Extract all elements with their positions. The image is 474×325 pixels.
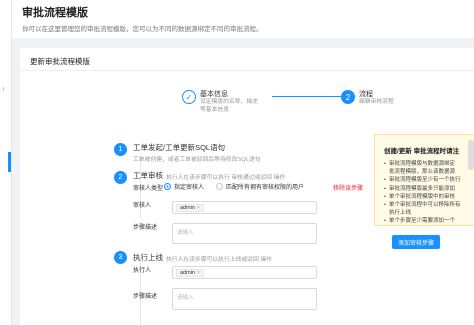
radio-label: 匹配所有拥有审核权限的用户 (226, 185, 305, 191)
radio-unchecked-icon (216, 183, 223, 190)
scrollbar[interactable] (468, 140, 474, 170)
help-item: 单个审批流程中可以移除所有 (384, 201, 474, 209)
close-icon[interactable]: × (197, 270, 200, 276)
section-number: 1 (114, 143, 127, 156)
step-connector (272, 96, 344, 97)
reviewer-label: 审核人 (133, 203, 152, 209)
help-item: 审批流程模版至少有一个执行 (384, 176, 474, 184)
step-process[interactable]: 2 流程 编辑审核流程 (341, 90, 394, 107)
divider (20, 70, 474, 71)
radio-label: 指定审核人 (174, 185, 205, 191)
section-title-review: 工单审核 (133, 171, 163, 180)
section-title-execute: 执行上线 (133, 253, 163, 262)
step-desc-textarea[interactable]: 请输入 (172, 288, 317, 310)
active-menu-indicator (8, 152, 11, 172)
step-basic-info[interactable]: ✓ 基本信息 设定模版的名称、描述 等基本信息 (182, 90, 258, 115)
remove-step-link[interactable]: 移除该步骤 (333, 183, 363, 192)
executor-tag: admin × (176, 269, 204, 277)
section-number: 2 (114, 171, 127, 184)
section-title-create: 工单发起/工单更新SQL语句 (133, 143, 226, 152)
step-desc-label: 步骤描述 (133, 225, 158, 231)
help-item: 审批流程模版与数据源绑定 (384, 160, 474, 168)
section-desc-review: 执行人在该步骤可以执行 审核通过或驳回 操作 (166, 175, 286, 181)
reviewer-type-label: 审核人类型 (133, 186, 164, 192)
radio-specified-reviewer[interactable]: 指定审核人 (164, 182, 204, 191)
executor-select[interactable]: admin × (172, 266, 317, 279)
section-desc-create: 工单被创建，或者工单被驳回后等待修改SQL语句 (133, 157, 261, 163)
card-title: 更新审批流程模版 (30, 57, 90, 66)
reviewer-select[interactable]: admin × (172, 201, 317, 214)
tag-label: admin (180, 205, 195, 211)
page-title: 审批流程模版 (22, 7, 88, 19)
section-number: 3 (114, 251, 127, 264)
step-desc-label: 步骤描述 (133, 294, 158, 300)
help-item: 单个步骤至少需要添加一个 (384, 217, 474, 225)
help-item: 审批流程模版最多只能添加 (384, 185, 474, 193)
executor-label: 执行人 (133, 268, 152, 274)
help-title: 创建/更新 审批流程时请注 (384, 148, 460, 155)
help-item: 批流程模版，那么该数据源 (389, 169, 456, 176)
tag-label: admin (180, 270, 195, 276)
page-header: 审批流程模版 你可以在这里管理您的审批流程模版，您可以为不同的数据源绑定不同的审… (12, 0, 474, 38)
page-description: 你可以在这里管理您的审批流程模版，您可以为不同的数据源绑定不同的审批流程。 (22, 26, 263, 33)
check-icon: ✓ (182, 90, 196, 104)
step-desc-textarea[interactable]: 请输入 (172, 223, 317, 244)
chevron-icon[interactable]: › (2, 84, 5, 93)
reviewer-tag: admin × (176, 204, 204, 212)
radio-checked-icon (164, 183, 171, 190)
help-item: 单个审批流程模版中的审核 (384, 193, 474, 201)
step-desc: 编辑审核流程 (359, 99, 394, 106)
placeholder: 请输入 (177, 295, 194, 301)
help-list: 审批流程模版与数据源绑定批流程模版，那么该数据源审批流程模版至少有一个执行审批流… (384, 160, 474, 226)
step-number: 2 (341, 90, 355, 104)
placeholder: 请输入 (177, 230, 194, 236)
help-notice: 创建/更新 审批流程时请注 审批流程模版与数据源绑定批流程模版，那么该数据源审批… (374, 134, 474, 226)
help-item: 执行上线 (389, 210, 412, 217)
close-icon[interactable]: × (197, 205, 200, 211)
sidebar-edge: › (0, 0, 12, 325)
add-review-step-button[interactable]: 添加审核步骤 (392, 235, 440, 249)
section-desc-execute: 执行人在该步骤可以执行上线或驳回 操作 (166, 257, 272, 263)
radio-match-all-users[interactable]: 匹配所有拥有审核权限的用户 (216, 182, 304, 191)
step-desc: 等基本信息 (200, 107, 229, 114)
